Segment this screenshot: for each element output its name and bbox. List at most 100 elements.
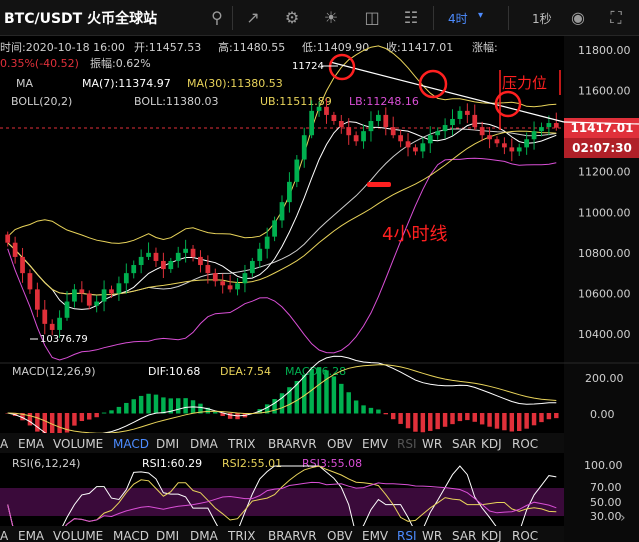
camera-icon[interactable]: ◉	[567, 7, 589, 29]
candle-body	[524, 139, 530, 148]
resistance-label: 压力位	[502, 74, 547, 92]
macd-bar	[87, 413, 92, 420]
candle-body	[413, 147, 418, 152]
tab-dma[interactable]: DMA	[190, 529, 219, 542]
tab-sar[interactable]: SAR	[452, 529, 476, 542]
candle-body	[376, 114, 381, 121]
candle-body	[464, 110, 470, 115]
candle-body	[479, 127, 485, 136]
candle-body	[79, 289, 85, 294]
interval-select[interactable]: 4时	[448, 10, 468, 27]
tab-kdj[interactable]: KDJ	[481, 529, 502, 542]
macd-bar	[390, 413, 396, 420]
chevron-down-icon[interactable]: ▾	[478, 10, 483, 21]
tab-emv[interactable]: EMV	[362, 529, 389, 542]
candle-body	[227, 285, 233, 290]
tab-obv[interactable]: OBV	[327, 437, 353, 451]
tab-roc[interactable]: ROC	[512, 437, 538, 451]
candle-body	[324, 106, 329, 115]
price-tick: 11000.00	[578, 206, 631, 219]
candle-body	[383, 114, 389, 128]
tab-emv[interactable]: EMV	[362, 437, 389, 451]
candle-body	[175, 252, 181, 261]
macd-bar	[546, 413, 552, 420]
macd-bar	[479, 413, 485, 425]
ohlc-open: 开:11457.53	[134, 41, 201, 54]
macd-bar	[539, 413, 544, 423]
tab-ema[interactable]: EMA	[18, 437, 45, 451]
candle-body	[450, 118, 455, 126]
candle-body	[168, 260, 174, 270]
candle-body	[435, 131, 441, 136]
candle-body	[316, 106, 322, 111]
tab-volume[interactable]: VOLUME	[53, 437, 103, 451]
indicator-tabs-row-2: A EMA VOLUME MACD DMI DMA TRIX BRAR VR OBV EMV RSI W…	[0, 529, 538, 542]
candle-body	[487, 135, 492, 140]
macd-bar	[175, 398, 181, 414]
candle-body	[220, 281, 226, 286]
indicator-icon[interactable]: ↗	[242, 7, 264, 29]
tab-roc[interactable]: ROC	[512, 529, 538, 542]
indicator-tabs-row: A EMA VOLUME MACD DMI DMA TRIX BRAR VR OBV EMV RSI W…	[0, 437, 538, 451]
macd-bar	[361, 405, 366, 414]
candle-body	[390, 127, 396, 136]
tab-brar[interactable]: BRAR	[268, 437, 301, 451]
tab-rsi[interactable]: RSI	[397, 437, 417, 451]
macd-bar	[554, 413, 559, 419]
chart-type-icon[interactable]: ☷	[400, 7, 422, 29]
tab-wr[interactable]: WR	[422, 529, 442, 542]
tab-rsi[interactable]: RSI	[397, 529, 417, 542]
boll-ub: UB:11511.89	[260, 95, 332, 108]
annotation-dash	[367, 182, 391, 187]
tab-volume[interactable]: VOLUME	[53, 529, 103, 542]
tab-trix[interactable]: TRIX	[227, 529, 255, 542]
rsi-label[interactable]: RSI(6,12,24)	[12, 457, 80, 470]
tab-kdj[interactable]: KDJ	[481, 437, 502, 451]
symbol-title[interactable]: BTC/USDT 火币全球站	[4, 8, 157, 28]
boll-label[interactable]: BOLL(20,2)	[11, 95, 72, 108]
tab-obv[interactable]: OBV	[327, 529, 353, 542]
macd-bar	[502, 413, 507, 431]
kline-chart[interactable]: 时间:2020-10-18 16:00 开:11457.53 高:11480.5…	[0, 36, 639, 542]
macd-label[interactable]: MACD(12,26,9)	[12, 365, 96, 378]
tab-vr[interactable]: VR	[300, 529, 317, 542]
tab-ema[interactable]: EMA	[18, 529, 45, 542]
tab-vr[interactable]: VR	[300, 437, 317, 451]
theme-icon[interactable]: ☀	[320, 7, 342, 29]
tab-macd[interactable]: MACD	[113, 437, 149, 451]
ma-label[interactable]: MA	[16, 77, 33, 90]
macd-bar	[331, 376, 337, 414]
candle-body	[153, 252, 159, 261]
rsi1-value: RSI1:60.29	[142, 457, 202, 470]
fullscreen-icon[interactable]: ⛶	[605, 7, 627, 29]
price-tick: 11200.00	[578, 166, 631, 179]
refresh-speed[interactable]: 1秒	[532, 10, 552, 27]
candle-body	[249, 260, 255, 274]
macd-tick-200: 200.00	[585, 372, 624, 385]
tab-wr[interactable]: WR	[422, 437, 442, 451]
tab-dma[interactable]: DMA	[190, 437, 219, 451]
timeframe-label: 4小时线	[382, 224, 447, 245]
macd-bar	[450, 413, 455, 425]
layout-icon[interactable]: ◫	[361, 7, 383, 29]
candle-body	[539, 127, 544, 132]
macd-bar	[146, 393, 151, 414]
tab-brar[interactable]: BRAR	[268, 529, 301, 542]
candle-body	[242, 273, 248, 284]
tab-a[interactable]: A	[0, 437, 9, 451]
macd-bar	[398, 413, 403, 424]
tab-dmi[interactable]: DMI	[156, 437, 179, 451]
macd-bar	[368, 407, 374, 414]
tab-macd[interactable]: MACD	[113, 529, 149, 542]
tab-sar[interactable]: SAR	[452, 437, 476, 451]
tab-dmi[interactable]: DMI	[156, 529, 179, 542]
macd-bar	[183, 398, 188, 414]
tab-trix[interactable]: TRIX	[227, 437, 255, 451]
candle-body	[509, 147, 515, 152]
settings-icon[interactable]: ⚙	[281, 7, 303, 29]
chevron-right-icon[interactable]: ›	[620, 510, 626, 526]
tab-a[interactable]: A	[0, 529, 9, 542]
search-icon[interactable]: ⚲	[206, 7, 228, 29]
macd-bar	[531, 413, 537, 426]
macd-bar	[124, 402, 129, 414]
